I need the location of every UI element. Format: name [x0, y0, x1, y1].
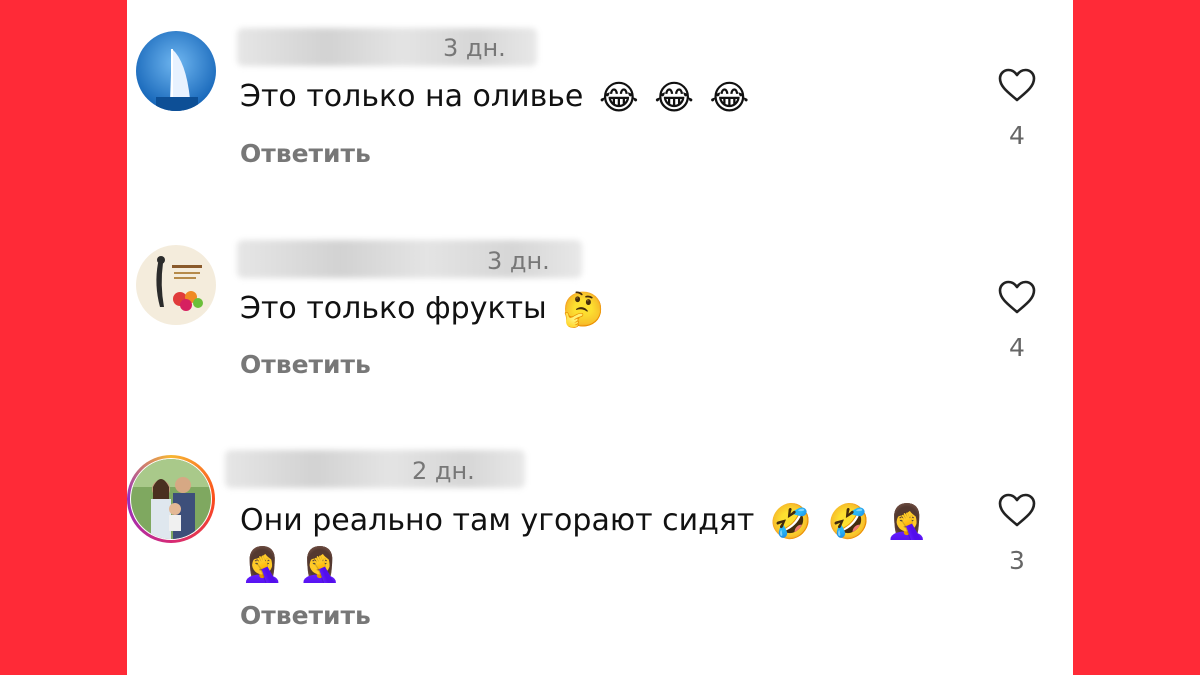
comments-panel: 3 дн. Это только на оливье 😂 😂 😂 Ответит… — [127, 0, 1073, 675]
comment-text: Это только фрукты 🤔 — [240, 288, 605, 330]
comment-body: Это только на оливье — [240, 79, 584, 114]
timestamp: 2 дн. — [412, 457, 475, 485]
avatar[interactable] — [136, 245, 216, 325]
comment-text: Это только на оливье 😂 😂 😂 — [240, 76, 749, 118]
burj-al-arab-icon — [136, 31, 216, 111]
facepalm-emoji: 🤦‍♀️ — [241, 544, 284, 585]
facepalm-emoji: 🤦‍♀️ — [885, 501, 929, 542]
heart-icon[interactable] — [997, 279, 1037, 315]
story-ring[interactable] — [127, 455, 215, 543]
username-blurred[interactable] — [225, 450, 525, 488]
reply-button[interactable]: Ответить — [240, 601, 371, 630]
reply-button[interactable]: Ответить — [240, 350, 371, 379]
heart-icon[interactable] — [997, 67, 1037, 103]
joy-emoji: 😂 — [598, 77, 639, 118]
joy-emoji: 😂 — [709, 77, 750, 118]
comment-text: Они реально там угорают сидят 🤣 🤣 🤦‍♀️ — [240, 500, 928, 542]
reply-button[interactable]: Ответить — [240, 139, 371, 168]
joy-emoji: 😂 — [654, 77, 694, 118]
avatar[interactable] — [136, 31, 216, 111]
heart-icon[interactable] — [997, 492, 1037, 528]
fruit-logo-icon — [136, 245, 216, 325]
avatar[interactable] — [131, 459, 211, 539]
like-control: 4 — [997, 279, 1037, 362]
comment-text-line2: 🤦‍♀️ 🤦‍♀️ — [235, 543, 341, 585]
like-control: 3 — [997, 492, 1037, 575]
rofl-emoji: 🤣 — [769, 501, 813, 542]
rofl-emoji: 🤣 — [827, 501, 871, 542]
facepalm-emoji: 🤦‍♀️ — [298, 544, 342, 585]
comment-body: Они реально там угорают сидят — [240, 503, 755, 538]
family-photo-icon — [131, 459, 211, 539]
like-count: 4 — [1009, 121, 1025, 150]
like-count: 4 — [1009, 333, 1025, 362]
timestamp: 3 дн. — [487, 247, 550, 275]
like-count: 3 — [1009, 546, 1025, 575]
thinking-emoji: 🤔 — [562, 289, 605, 330]
comment-body: Это только фрукты — [240, 291, 547, 326]
like-control: 4 — [997, 67, 1037, 150]
timestamp: 3 дн. — [443, 34, 506, 62]
